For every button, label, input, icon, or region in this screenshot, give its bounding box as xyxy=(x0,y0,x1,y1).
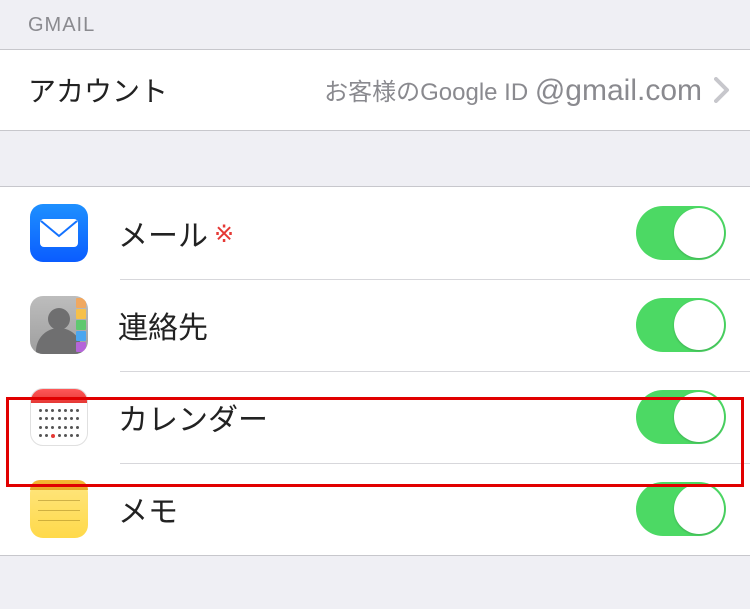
mail-icon xyxy=(30,204,88,262)
notes-label: メモ xyxy=(118,487,636,531)
mail-label: メール※ xyxy=(118,211,636,255)
account-row[interactable]: アカウント お客様のGoogle ID @gmail.com xyxy=(0,50,750,130)
contacts-toggle[interactable] xyxy=(636,298,726,352)
calendar-label: カレンダー xyxy=(118,395,636,439)
account-group: アカウント お客様のGoogle ID @gmail.com xyxy=(0,49,750,131)
account-value-suffix: @gmail.com xyxy=(535,74,702,107)
calendar-icon xyxy=(30,388,88,446)
calendar-icon-grid xyxy=(31,403,87,445)
contacts-icon xyxy=(30,296,88,354)
note-asterisk: ※ xyxy=(214,221,234,248)
account-value-prefix: お客様のGoogle ID xyxy=(324,79,528,106)
mail-toggle[interactable] xyxy=(636,206,726,260)
chevron-right-icon xyxy=(714,77,730,103)
section-header-gmail: GMAIL xyxy=(0,0,750,49)
service-toggle-list: メール※ 連絡先 カレンダー メモ xyxy=(0,186,750,556)
contacts-label: 連絡先 xyxy=(118,303,636,347)
notes-toggle[interactable] xyxy=(636,482,726,536)
account-value: お客様のGoogle ID @gmail.com xyxy=(168,72,702,108)
service-row-contacts: 連絡先 xyxy=(30,279,750,371)
calendar-toggle[interactable] xyxy=(636,390,726,444)
notes-icon xyxy=(30,480,88,538)
service-row-mail: メール※ xyxy=(30,187,750,279)
service-row-notes: メモ xyxy=(30,463,750,555)
account-label: アカウント xyxy=(28,70,168,110)
mail-label-text: メール xyxy=(118,220,208,253)
service-row-calendar: カレンダー xyxy=(30,371,750,463)
section-gap xyxy=(0,131,750,186)
